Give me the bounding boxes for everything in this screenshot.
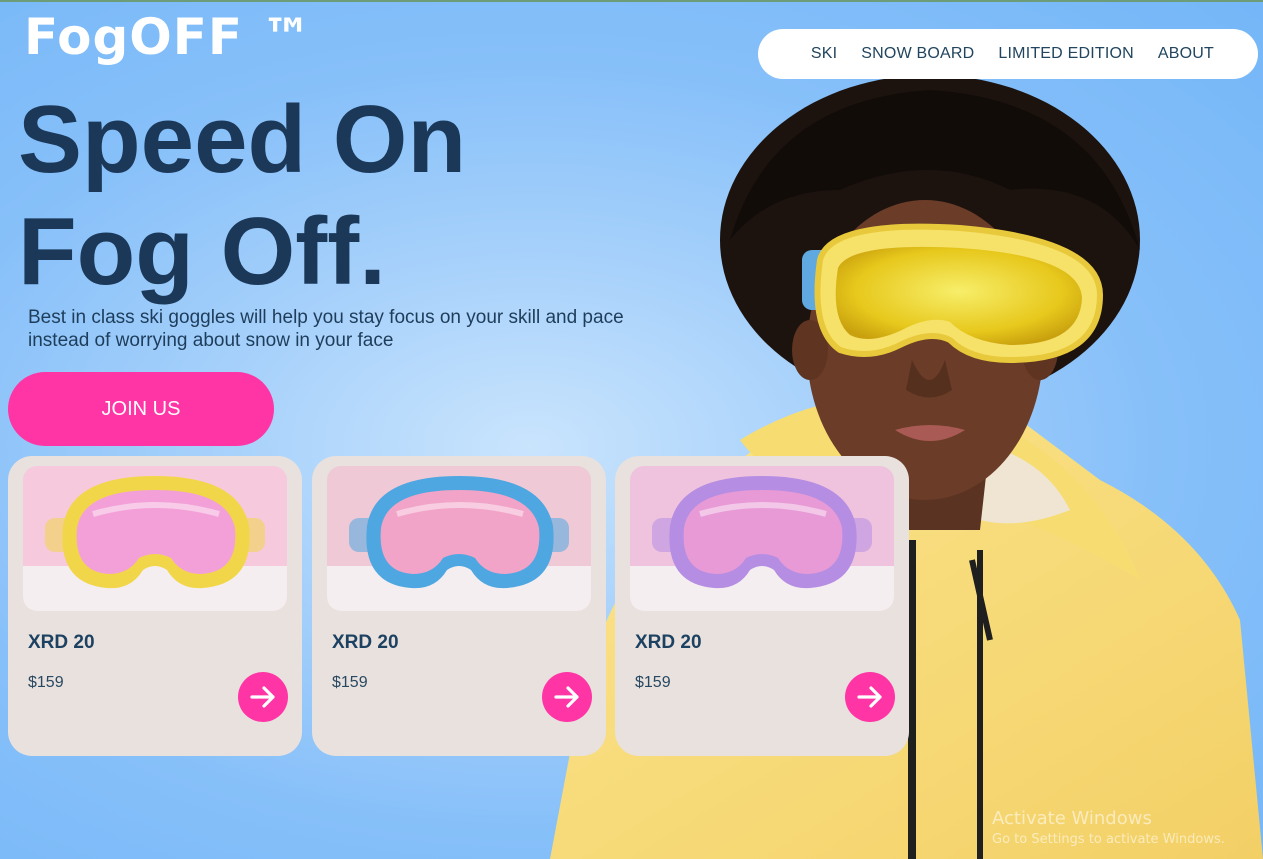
product-image (327, 466, 591, 611)
main-nav: SKI SNOW BOARD LIMITED EDITION ABOUT (758, 29, 1258, 79)
arrow-right-icon (554, 686, 579, 708)
goggles-illustration (630, 466, 894, 611)
product-card[interactable]: XRD 20 $159 (615, 456, 909, 756)
subtext-line-2: instead of worrying about snow in your f… (28, 330, 394, 351)
nav-item-about[interactable]: ABOUT (1158, 45, 1214, 63)
brand-logo[interactable]: FogOFF ™ (24, 8, 313, 66)
product-name: XRD 20 (635, 632, 702, 653)
join-us-button[interactable]: JOIN US (8, 372, 274, 446)
subtext-line-1: Best in class ski goggles will help you … (28, 307, 624, 328)
nav-item-snow-board[interactable]: SNOW BOARD (861, 45, 974, 63)
nav-item-limited-edition[interactable]: LIMITED EDITION (998, 45, 1133, 63)
top-border-line (0, 0, 1263, 2)
product-price: $159 (332, 674, 368, 691)
product-arrow-button[interactable] (238, 672, 288, 722)
product-price: $159 (28, 674, 64, 691)
headline-line-1: Speed On (18, 86, 467, 193)
hero-headline: Speed On Fog Off. (18, 84, 466, 308)
hero-subtext: Best in class ski goggles will help you … (28, 306, 688, 352)
product-arrow-button[interactable] (542, 672, 592, 722)
watermark-title: Activate Windows (992, 808, 1152, 829)
product-image (630, 466, 894, 611)
product-arrow-button[interactable] (845, 672, 895, 722)
product-name: XRD 20 (28, 632, 95, 653)
product-card[interactable]: XRD 20 $159 (312, 456, 606, 756)
windows-activation-watermark: Activate Windows Go to Settings to activ… (992, 808, 1225, 847)
goggles-illustration (23, 466, 287, 611)
product-card[interactable]: XRD 20 $159 (8, 456, 302, 756)
product-name: XRD 20 (332, 632, 399, 653)
headline-line-2: Fog Off. (18, 198, 386, 305)
goggles-illustration (327, 466, 591, 611)
arrow-right-icon (250, 686, 275, 708)
watermark-subtitle: Go to Settings to activate Windows. (992, 832, 1225, 847)
arrow-right-icon (857, 686, 882, 708)
nav-item-ski[interactable]: SKI (811, 45, 837, 63)
product-price: $159 (635, 674, 671, 691)
product-image (23, 466, 287, 611)
